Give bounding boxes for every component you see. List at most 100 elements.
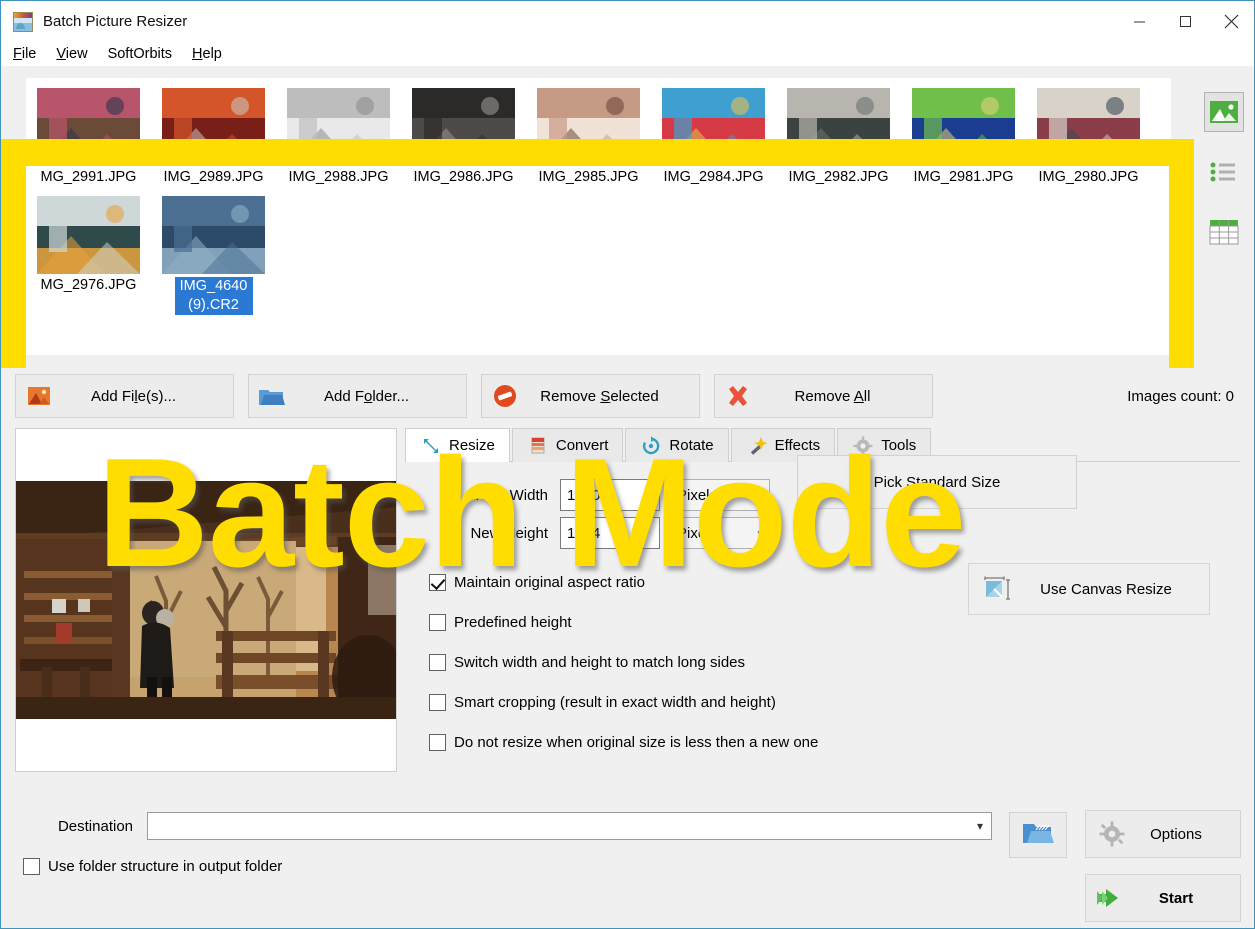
use-folder-structure-label: Use folder structure in output folder [48, 858, 282, 875]
checkbox-label: Predefined height [454, 614, 572, 631]
menu-help[interactable]: Help [190, 45, 224, 63]
start-button[interactable]: Start [1085, 874, 1241, 922]
height-input[interactable]: 1024 [560, 517, 660, 549]
checkbox-row[interactable]: Smart cropping (result in exact width an… [405, 682, 1240, 722]
list-item-label: MG_2976.JPG [41, 277, 137, 294]
height-unit-select[interactable]: Pixels ▾ [670, 517, 770, 549]
bottom-bar: Destination ▾ Use folder structure in ou… [1, 802, 1254, 928]
checkbox-label: Maintain original aspect ratio [454, 574, 645, 591]
thumbnail-image [537, 88, 640, 166]
height-unit-value: Pixels [677, 525, 717, 542]
list-item-label: MG_2991.JPG [41, 169, 137, 186]
list-item[interactable]: MG_2976.JPG [26, 186, 151, 315]
add-files-button[interactable]: Add File(s)... [15, 374, 234, 418]
menu-bar: File View SoftOrbits Help [1, 42, 1254, 66]
convert-icon [527, 435, 549, 457]
app-logo-icon [13, 12, 33, 32]
list-item[interactable]: IMG_2981.JPG [901, 78, 1026, 186]
preview-image [16, 481, 396, 719]
checkbox-0[interactable] [429, 574, 446, 591]
use-canvas-resize-button[interactable]: Use Canvas Resize [968, 563, 1210, 615]
thumbnail-image [662, 88, 765, 166]
checkbox-label: Do not resize when original size is less… [454, 734, 818, 751]
folder-icon [249, 386, 295, 407]
menu-softorbits[interactable]: SoftOrbits [106, 45, 174, 63]
list-item-label: IMG_2988.JPG [289, 169, 389, 186]
remove-selected-button[interactable]: Remove Selected [481, 374, 700, 418]
thumbnail-image [37, 196, 140, 274]
add-folder-button[interactable]: Add Folder... [248, 374, 467, 418]
height-row: New Height 1024 Pixels ▾ [405, 514, 1240, 552]
thumbnail-image [37, 88, 140, 166]
thumbnail-view-button[interactable] [1204, 92, 1244, 132]
list-item[interactable]: IMG_2988.JPG [276, 78, 401, 186]
width-input[interactable]: 1280 [560, 479, 660, 511]
list-item[interactable]: IMG_2982.JPG [776, 78, 901, 186]
destination-combobox[interactable]: ▾ [147, 812, 992, 840]
view-mode-sidebar [1194, 66, 1254, 368]
browse-destination-button[interactable] [1009, 812, 1067, 858]
app-window: Batch Picture Resizer File View SoftOrbi… [0, 0, 1255, 929]
checkbox-row[interactable]: Switch width and height to match long si… [405, 642, 1240, 682]
menu-file[interactable]: File [11, 45, 38, 63]
tab-resize-label: Resize [449, 437, 495, 454]
list-item[interactable]: IMG_2984.JPG [651, 78, 776, 186]
menu-view[interactable]: View [54, 45, 89, 63]
tab-convert[interactable]: Convert [512, 428, 624, 462]
settings-panel: Resize Convert [405, 428, 1240, 802]
thumbnail-image [287, 88, 390, 166]
minimize-button[interactable] [1116, 1, 1162, 42]
checkbox-3[interactable] [429, 694, 446, 711]
chevron-down-icon: ▾ [977, 819, 983, 833]
details-view-button[interactable] [1204, 212, 1244, 252]
list-item-label: IMG_4640 (9).CR2 [175, 277, 253, 315]
thumbnail-image [162, 88, 265, 166]
options-label: Options [1138, 826, 1240, 843]
remove-selected-label: Remove Selected [528, 388, 699, 405]
list-item-label: IMG_2986.JPG [414, 169, 514, 186]
width-label: New Width [405, 487, 560, 504]
list-item[interactable]: IMG_4640 (9).CR2 [151, 186, 276, 315]
list-item[interactable]: MG_2991.JPG [26, 78, 151, 186]
list-item-label: IMG_2981.JPG [914, 169, 1014, 186]
list-item-label: IMG_2984.JPG [664, 169, 764, 186]
images-count-label: Images count: 0 [1127, 388, 1240, 405]
thumbnail-image [162, 196, 265, 274]
width-unit-value: Pixels [677, 487, 717, 504]
main-panel: Resize Convert [1, 424, 1254, 802]
checkbox-2[interactable] [429, 654, 446, 671]
tab-tools-label: Tools [881, 437, 916, 454]
use-folder-structure-row[interactable]: Use folder structure in output folder [23, 858, 282, 875]
checkbox-1[interactable] [429, 614, 446, 631]
list-item[interactable]: IMG_2980.JPG [1026, 78, 1151, 186]
checkbox-row[interactable]: Do not resize when original size is less… [405, 722, 1240, 762]
tab-rotate[interactable]: Rotate [625, 428, 728, 462]
list-item[interactable]: IMG_2989.JPG [151, 78, 276, 186]
tab-effects-label: Effects [775, 437, 821, 454]
tab-convert-label: Convert [556, 437, 609, 454]
file-list-area: MG_2991.JPG IMG_2989.JPG IMG_2988.JPG IMG_2… [1, 66, 1254, 368]
close-button[interactable] [1208, 1, 1254, 42]
list-item[interactable]: IMG_2986.JPG [401, 78, 526, 186]
tab-resize[interactable]: Resize [405, 428, 510, 462]
remove-all-label: Remove All [761, 388, 932, 405]
thumbnail-image [412, 88, 515, 166]
list-item[interactable]: IMG_2985.JPG [526, 78, 651, 186]
list-item-label: IMG_2985.JPG [539, 169, 639, 186]
options-button[interactable]: Options [1085, 810, 1241, 858]
width-unit-select[interactable]: Pixels ▾ [670, 479, 770, 511]
open-folder-icon [1021, 821, 1055, 850]
chevron-down-icon: ▾ [757, 527, 763, 540]
add-folder-label: Add Folder... [295, 388, 466, 405]
resize-arrows-icon [420, 435, 442, 457]
maximize-button[interactable] [1162, 1, 1208, 42]
thumbnail-list[interactable]: MG_2991.JPG IMG_2989.JPG IMG_2988.JPG IMG_2… [26, 78, 1171, 355]
rotate-icon [640, 435, 662, 457]
remove-all-button[interactable]: Remove All [714, 374, 933, 418]
use-folder-structure-checkbox[interactable] [23, 858, 40, 875]
pick-standard-size-button[interactable]: Pick Standard Size [797, 455, 1077, 509]
list-view-button[interactable] [1204, 152, 1244, 192]
checkbox-4[interactable] [429, 734, 446, 751]
destination-label: Destination [15, 818, 147, 835]
checkbox-label: Smart cropping (result in exact width an… [454, 694, 776, 711]
